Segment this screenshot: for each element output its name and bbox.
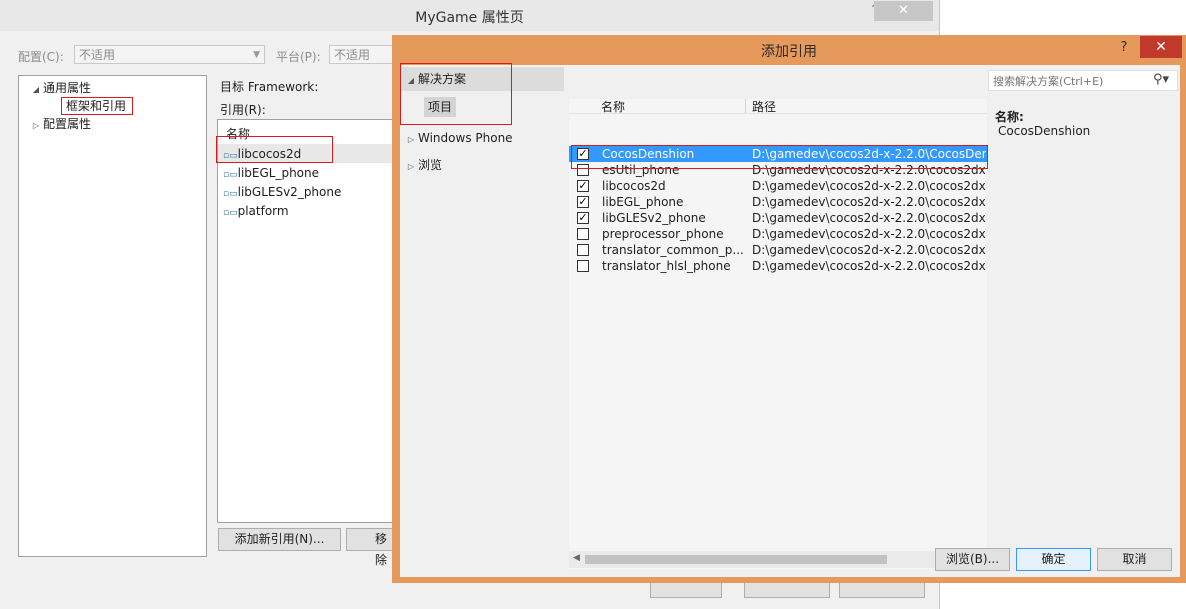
reference-checkbox[interactable] [577,244,589,256]
dialog-client: ◢ 解决方案 项目 ▷ Windows Phone ▷ 浏览 名称 路径 ✓ Cocos… [400,63,1180,577]
reference-path: D:\gamedev\cocos2d-x-2.2.0\cocos2dx\ [752,259,986,273]
reference-name: libGLESv2_phone [602,211,706,225]
nav-label: 浏览 [418,158,443,172]
dialog-title-bar: 添加引用 ? ✕ [392,35,1186,65]
dialog-title: 添加引用 [761,44,817,60]
reference-path: D:\gamedev\cocos2d-x-2.2.0\cocos2dx\ [752,211,986,225]
highlight-box [571,145,988,169]
reference-path: D:\gamedev\cocos2d-x-2.2.0\cocos2dx\ [752,195,986,209]
reference-name: preprocessor_phone [602,227,724,241]
reference-row[interactable]: preprocessor_phone D:\gamedev\cocos2d-x-2… [569,226,987,242]
references-label: 引用(R): [220,103,266,117]
reference-name: libcocos2d [602,179,666,193]
platform-select[interactable]: 不适用 [329,45,393,64]
tree-item-label: 通用属性 [43,81,92,95]
add-reference-button[interactable]: 添加新引用(N)... [218,528,341,551]
property-tree: ◢ 通用属性 框架和引用 ▷ 配置属性 [18,75,207,557]
collapsed-triangle-icon: ▷ [32,121,40,130]
expanded-triangle-icon: ◢ [32,85,40,94]
close-button[interactable]: ✕ [1140,36,1182,58]
assembly-icon: ▫▭ [223,170,238,180]
reference-checkbox[interactable]: ✓ [577,196,589,208]
close-button[interactable]: ✕ [874,1,933,21]
tree-item-common-props[interactable]: ◢ 通用属性 [29,79,91,97]
scroll-left-icon[interactable]: ◀ [573,553,580,563]
highlight-box [216,136,333,163]
ref-item[interactable]: ▫▭libGLESv2_phone [223,183,341,201]
config-select-value: 不适用 [79,48,116,62]
ref-item[interactable]: ▫▭platform [223,202,289,220]
properties-title-bar: MyGame 属性页 ? ✕ [0,0,939,31]
column-header-path[interactable]: 路径 [752,98,776,115]
config-label: 配置(C): [18,50,64,64]
tree-item-framework-refs[interactable]: 框架和引用 [61,97,134,115]
target-framework-label: 目标 Framework: [220,80,319,94]
reference-path: D:\gamedev\cocos2d-x-2.2.0\cocos2dx\ [752,227,986,241]
ref-item-label: libEGL_phone [237,166,320,180]
column-header-name[interactable]: 名称 [601,98,625,115]
assembly-icon: ▫▭ [223,208,238,218]
reference-name: translator_common_p... [602,243,744,257]
reference-checkbox[interactable] [577,260,589,272]
config-select[interactable]: 不适用 ▼ [74,45,265,64]
details-name-label: 名称: [995,110,1024,124]
cancel-button[interactable]: 取消 [1097,548,1172,571]
references-list: 名称 ▫▭libcocos2d ▫▭libEGL_phone ▫▭libGLES… [217,119,397,523]
assembly-icon: ▫▭ [223,189,238,199]
column-divider [745,99,746,113]
search-icon[interactable]: ⚲▾ [1153,72,1169,87]
reference-row[interactable]: ✓ libcocos2d D:\gamedev\cocos2d-x-2.2.0\co… [569,178,987,194]
details-name-value: CocosDenshion [998,124,1091,138]
browse-button[interactable]: 浏览(B)... [935,548,1010,571]
nav-browse[interactable]: ▷ 浏览 [404,153,442,177]
reference-path: D:\gamedev\cocos2d-x-2.2.0\cocos2dx\ [752,179,986,193]
reference-name: libEGL_phone [602,195,684,209]
reference-path: D:\gamedev\cocos2d-x-2.2.0\cocos2dx\ [752,243,986,257]
collapsed-triangle-icon: ▷ [407,135,415,144]
reference-row[interactable]: ✓ libGLESv2_phone D:\gamedev\cocos2d-x-2.2… [569,210,987,226]
reference-row[interactable]: translator_common_p... D:\gamedev\cocos2d… [569,242,987,258]
reference-checkbox[interactable]: ✓ [577,212,589,224]
ref-item-label: platform [237,204,289,218]
nav-windows-phone[interactable]: ▷ Windows Phone [404,126,513,150]
reference-name: translator_hlsl_phone [602,259,731,273]
reference-checkbox[interactable]: ✓ [577,180,589,192]
ok-button[interactable]: 确定 [1016,548,1091,571]
list-header: 名称 路径 [569,99,987,114]
ref-item-label: libGLESv2_phone [237,185,342,199]
ref-item[interactable]: ▫▭libEGL_phone [223,164,319,182]
tree-item-config-props[interactable]: ▷ 配置属性 [29,115,91,133]
horizontal-scrollbar[interactable]: ◀ ▶ [569,551,987,568]
add-reference-dialog: 添加引用 ? ✕ ◢ 解决方案 项目 ▷ Windows Phone ▷ 浏览 名称 … [392,35,1186,583]
platform-label: 平台(P): [276,50,321,64]
remove-button[interactable]: 移除 [346,528,396,567]
reference-row[interactable]: ✓ libEGL_phone D:\gamedev\cocos2d-x-2.2.0\… [569,194,987,210]
search-input[interactable] [991,72,1155,91]
platform-select-value: 不适用 [334,48,371,62]
tree-item-label: 框架和引用 [66,99,127,113]
chevron-down-icon: ▼ [253,50,260,60]
help-button[interactable]: ? [1112,38,1136,58]
reference-checkbox[interactable] [577,228,589,240]
tree-item-label: 配置属性 [43,117,92,131]
reference-row[interactable]: translator_hlsl_phone D:\gamedev\cocos2d-… [569,258,987,274]
scrollbar-thumb[interactable] [585,555,887,564]
collapsed-triangle-icon: ▷ [407,162,415,171]
reference-list: 名称 路径 ✓ CocosDenshion D:\gamedev\cocos2d-x… [569,99,987,569]
properties-title: MyGame 属性页 [415,10,524,26]
search-box[interactable]: ⚲▾ [988,70,1178,91]
nav-label: Windows Phone [418,131,513,145]
highlight-box [400,63,512,125]
